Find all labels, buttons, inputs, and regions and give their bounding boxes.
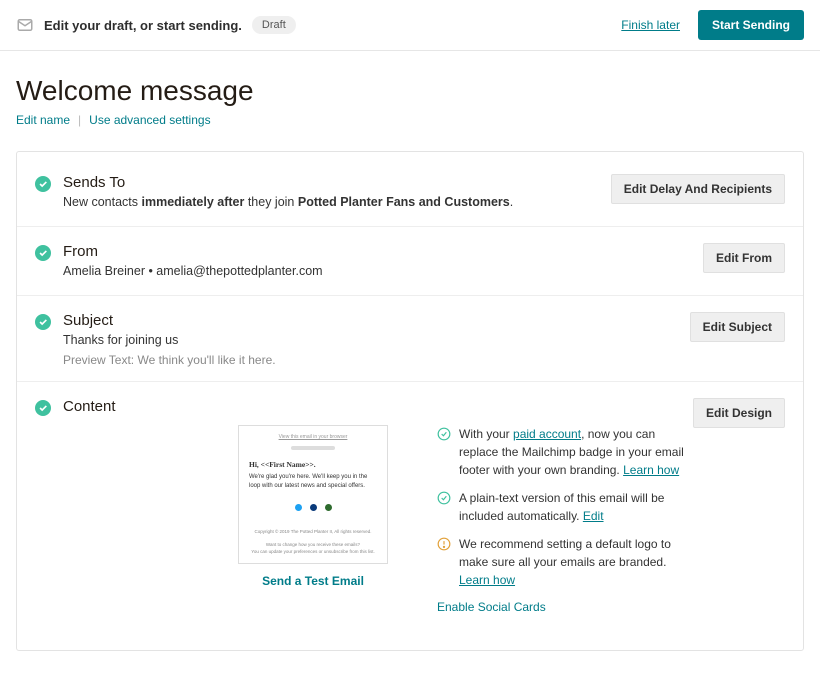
check-icon: [35, 245, 51, 261]
facebook-icon: [310, 504, 317, 511]
advanced-settings-link[interactable]: Use advanced settings: [89, 113, 210, 127]
header-subactions: Edit name | Use advanced settings: [16, 113, 804, 127]
preview-social-icons: [249, 504, 377, 511]
sends-to-text: New contacts immediately after they join…: [63, 193, 611, 212]
edit-design-button[interactable]: Edit Design: [693, 398, 785, 428]
content-section: Content View this email in your browser …: [17, 382, 803, 628]
edit-name-link[interactable]: Edit name: [16, 113, 70, 127]
check-circle-icon: [437, 427, 451, 441]
email-preview[interactable]: View this email in your browser Hi, <<Fi…: [238, 425, 388, 564]
sends-to-section: Sends To New contacts immediately after …: [17, 158, 803, 227]
subject-title: Subject: [63, 312, 690, 329]
paid-account-link[interactable]: paid account: [513, 427, 581, 441]
learn-how-branding-link[interactable]: Learn how: [623, 463, 679, 477]
draft-badge: Draft: [252, 16, 296, 34]
tip-text: We recommend setting a default logo to m…: [459, 535, 693, 589]
preview-divider: [291, 446, 335, 450]
content-row: View this email in your browser Hi, <<Fi…: [63, 425, 693, 614]
topbar: Edit your draft, or start sending. Draft…: [0, 0, 820, 51]
check-circle-icon: [437, 491, 451, 505]
enable-social-cards-link[interactable]: Enable Social Cards: [437, 600, 546, 614]
subject-value: Thanks for joining us: [63, 331, 690, 350]
tip-text: A plain-text version of this email will …: [459, 489, 693, 525]
topbar-right: Finish later Start Sending: [621, 10, 804, 40]
sends-to-body: Sends To New contacts immediately after …: [63, 174, 611, 212]
tip-text: With your paid account, now you can repl…: [459, 425, 693, 479]
from-body: From Amelia Breiner • amelia@thepottedpl…: [63, 243, 703, 281]
preview-view-browser: View this email in your browser: [249, 434, 377, 440]
page: Welcome message Edit name | Use advanced…: [0, 51, 820, 675]
preview-body: We're glad you're here. We'll keep you i…: [249, 473, 377, 490]
check-icon: [35, 176, 51, 192]
tip-plain-text: A plain-text version of this email will …: [437, 489, 693, 525]
link-icon: [325, 504, 332, 511]
tip-paid-account: With your paid account, now you can repl…: [437, 425, 693, 479]
subject-section: Subject Thanks for joining us Preview Te…: [17, 296, 803, 383]
content-body: Content View this email in your browser …: [63, 398, 693, 614]
twitter-icon: [295, 504, 302, 511]
draft-prompt: Edit your draft, or start sending.: [44, 18, 242, 33]
learn-how-logo-link[interactable]: Learn how: [459, 573, 515, 587]
edit-delay-recipients-button[interactable]: Edit Delay And Recipients: [611, 174, 785, 204]
check-icon: [35, 400, 51, 416]
edit-from-button[interactable]: Edit From: [703, 243, 785, 273]
from-value: Amelia Breiner • amelia@thepottedplanter…: [63, 262, 703, 281]
preview-column: View this email in your browser Hi, <<Fi…: [213, 425, 413, 588]
preview-text: Preview Text: We think you'll like it he…: [63, 353, 690, 367]
separator: |: [78, 113, 81, 127]
topbar-left: Edit your draft, or start sending. Draft: [16, 16, 621, 34]
edit-subject-button[interactable]: Edit Subject: [690, 312, 785, 342]
start-sending-button[interactable]: Start Sending: [698, 10, 804, 40]
finish-later-link[interactable]: Finish later: [621, 18, 680, 32]
check-icon: [35, 314, 51, 330]
page-title: Welcome message: [16, 75, 804, 107]
from-section: From Amelia Breiner • amelia@thepottedpl…: [17, 227, 803, 296]
mail-icon: [16, 16, 34, 34]
campaign-panel: Sends To New contacts immediately after …: [16, 151, 804, 651]
content-title: Content: [63, 398, 693, 415]
warning-circle-icon: [437, 537, 451, 551]
subject-body: Subject Thanks for joining us Preview Te…: [63, 312, 690, 368]
sends-to-title: Sends To: [63, 174, 611, 191]
edit-plaintext-link[interactable]: Edit: [583, 509, 604, 523]
preview-greeting: Hi, <<First Name>>.: [249, 460, 377, 469]
tip-default-logo: We recommend setting a default logo to m…: [437, 535, 693, 589]
send-test-email-link[interactable]: Send a Test Email: [262, 574, 364, 588]
from-title: From: [63, 243, 703, 260]
preview-footer: Copyright © 2019 The Potted Planter II, …: [249, 529, 377, 555]
tips-column: With your paid account, now you can repl…: [437, 425, 693, 614]
